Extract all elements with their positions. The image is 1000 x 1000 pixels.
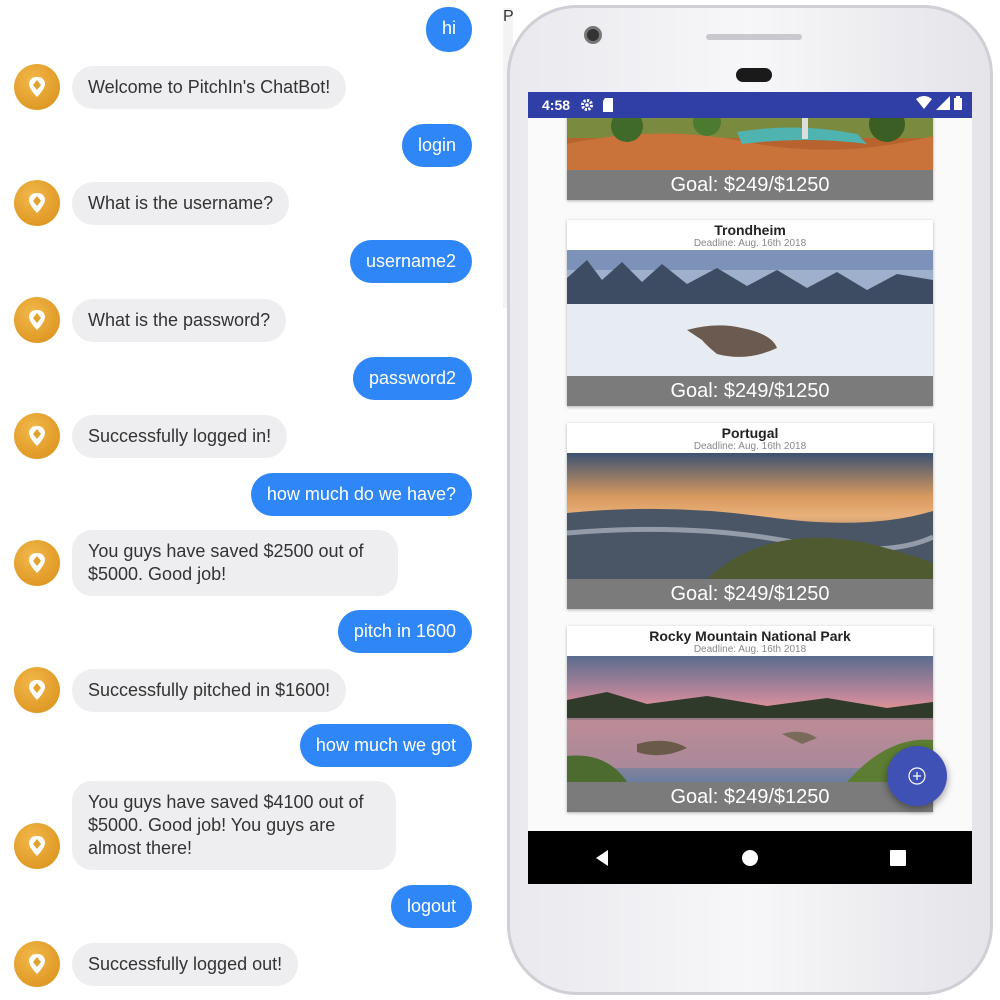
bot-avatar — [14, 822, 60, 869]
location-pin-icon — [29, 77, 45, 97]
bot-avatar — [14, 941, 60, 987]
recents-icon — [890, 849, 906, 866]
project-title: Rocky Mountain National Park — [649, 628, 851, 644]
bot-bubble: Successfully logged in! — [72, 414, 288, 458]
bot-avatar — [14, 413, 60, 459]
bot-bubble: Successfully pitched in $1600! — [72, 668, 347, 712]
front-camera — [584, 26, 602, 44]
bot-avatar — [14, 667, 60, 713]
project-feed[interactable]: Goal: $249/$1250 Trondheim Deadline: Aug… — [528, 118, 972, 831]
user-message: username2 — [349, 240, 472, 283]
bot-avatar — [14, 64, 60, 110]
location-pin-icon — [29, 426, 45, 446]
add-circle-icon — [908, 767, 926, 785]
project-card[interactable]: Portugal Deadline: Aug. 16th 2018 Goal: … — [567, 423, 933, 609]
project-image — [567, 656, 933, 782]
user-bubble: logout — [390, 885, 472, 928]
user-bubble: how much do we have? — [250, 473, 472, 516]
location-pin-icon — [29, 553, 45, 573]
user-bubble: username2 — [349, 240, 472, 283]
bot-bubble: Successfully logged out! — [72, 942, 299, 986]
chat-conversation: hi Welcome to PitchIn's ChatBot! login W… — [0, 0, 500, 1000]
add-project-button[interactable] — [887, 746, 947, 806]
home-icon — [742, 849, 758, 866]
project-deadline: Deadline: Aug. 16th 2018 — [693, 441, 807, 452]
location-pin-icon — [29, 193, 45, 213]
bot-bubble: You guys have saved $2500 out of $5000. … — [72, 530, 398, 596]
project-deadline: Deadline: Aug. 16th 2018 — [693, 238, 807, 249]
nav-recents-button[interactable] — [873, 838, 923, 878]
bot-bubble: What is the username? — [72, 181, 290, 225]
user-message: login — [401, 124, 472, 167]
user-bubble: how much we got — [299, 724, 472, 767]
project-deadline: Deadline: Aug. 16th 2018 — [693, 644, 807, 655]
bot-avatar — [14, 540, 60, 586]
location-pin-icon — [29, 310, 45, 330]
project-title: Trondheim — [714, 222, 786, 238]
status-bar: 4:58 — [528, 92, 972, 118]
bot-message: Successfully pitched in $1600! — [14, 667, 347, 713]
user-bubble: login — [401, 124, 472, 167]
goal-label: Goal: $249/$1250 — [567, 376, 933, 406]
user-message: logout — [390, 885, 472, 928]
location-pin-icon — [29, 835, 45, 856]
settings-icon — [581, 99, 594, 111]
bot-message: What is the password? — [14, 297, 287, 343]
project-card[interactable]: Rocky Mountain National Park Deadline: A… — [567, 626, 933, 812]
bot-message: Successfully logged out! — [14, 941, 299, 987]
bot-message: You guys have saved $4100 out of $5000. … — [14, 781, 396, 870]
nav-home-button[interactable] — [725, 838, 775, 878]
goal-label: Goal: $249/$1250 — [567, 170, 933, 200]
wifi-icon — [916, 96, 932, 109]
goal-label: Goal: $249/$1250 — [567, 782, 933, 812]
phone-screen: 4:58 Goal: $249/$1250 Trondheim Deadline — [528, 92, 972, 884]
back-icon — [596, 849, 608, 866]
user-message: hi — [425, 7, 472, 52]
project-title: Portugal — [721, 425, 779, 441]
user-bubble: pitch in 1600 — [337, 610, 472, 653]
bot-message: You guys have saved $2500 out of $5000. … — [14, 530, 398, 596]
proximity-sensor — [736, 68, 772, 82]
location-pin-icon — [29, 680, 45, 700]
status-time: 4:58 — [542, 97, 571, 113]
project-image — [567, 250, 933, 376]
user-message: pitch in 1600 — [337, 610, 472, 653]
bot-message: Successfully logged in! — [14, 413, 288, 459]
android-nav-bar — [528, 831, 972, 884]
bot-avatar — [14, 297, 60, 343]
user-message: how much do we have? — [250, 473, 472, 516]
battery-icon — [954, 96, 962, 110]
bot-message: Welcome to PitchIn's ChatBot! — [14, 64, 347, 110]
sd-card-icon — [603, 98, 614, 112]
project-card[interactable]: Goal: $249/$1250 — [567, 118, 933, 200]
user-message: password2 — [352, 357, 472, 400]
bot-bubble: Welcome to PitchIn's ChatBot! — [72, 65, 347, 109]
nav-back-button[interactable] — [577, 838, 627, 878]
project-image — [567, 118, 933, 170]
user-bubble: password2 — [352, 357, 472, 400]
project-card[interactable]: Trondheim Deadline: Aug. 16th 2018 Goal:… — [567, 220, 933, 406]
user-bubble: hi — [425, 7, 472, 52]
window-title-fragment: Pi — [503, 8, 513, 25]
bot-avatar — [14, 180, 60, 226]
bot-bubble: You guys have saved $4100 out of $5000. … — [72, 781, 396, 870]
project-image — [567, 453, 933, 579]
bot-bubble: What is the password? — [72, 298, 287, 342]
earpiece-speaker — [706, 34, 802, 40]
user-message: how much we got — [299, 724, 472, 767]
bot-message: What is the username? — [14, 180, 290, 226]
signal-icon — [936, 96, 950, 110]
location-pin-icon — [29, 954, 45, 974]
goal-label: Goal: $249/$1250 — [567, 579, 933, 609]
